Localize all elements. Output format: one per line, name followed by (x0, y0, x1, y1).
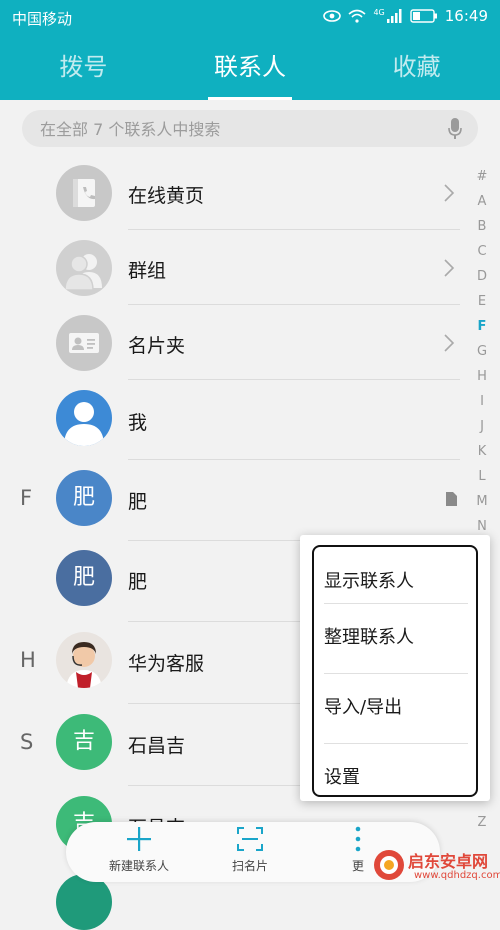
tab-favorites[interactable]: 收藏 (333, 40, 500, 100)
wifi-icon (348, 9, 366, 23)
person-icon (56, 390, 112, 446)
status-bar: 中国移动 4G 16:49 (0, 0, 500, 34)
index-letter[interactable]: # (474, 164, 490, 189)
list-item-me[interactable]: 我 (0, 380, 470, 460)
index-letter[interactable]: L (474, 464, 490, 489)
search-bar (22, 110, 478, 149)
button-label: 新建联系人 (108, 859, 169, 873)
contact-name: 肥 (128, 491, 148, 513)
watermark-title: 启东安卓网 (408, 852, 489, 871)
avatar: 肥 (56, 550, 112, 606)
list-item-groups[interactable]: 群组 (0, 230, 470, 305)
index-letter[interactable]: Z (474, 815, 490, 830)
app-header: 中国移动 4G 16:49 拨号 联系人 收藏 (0, 0, 500, 100)
group-icon (56, 240, 112, 296)
clock-label: 16:49 (444, 7, 488, 25)
status-icons: 4G 16:49 (323, 7, 488, 25)
avatar (56, 874, 112, 930)
network-type-label: 4G (373, 7, 385, 17)
highlight-box: 显示联系人 整理联系人 导入/导出 设置 (312, 545, 478, 797)
more-vertical-icon (355, 826, 361, 852)
chevron-right-icon (444, 334, 455, 352)
contact-name: 我 (128, 412, 148, 434)
index-letter[interactable]: C (474, 239, 490, 264)
menu-item-settings[interactable]: 设置 (324, 743, 468, 813)
carrier-label: 中国移动 (12, 10, 73, 28)
list-item-yellow-pages[interactable]: 在线黄页 (0, 155, 470, 230)
section-letter: S (20, 730, 34, 754)
index-letter[interactable]: B (474, 214, 490, 239)
new-contact-button[interactable]: 新建联系人 (104, 826, 174, 874)
signal-icon (386, 9, 402, 23)
plus-icon (127, 827, 151, 851)
index-letter[interactable]: E (474, 289, 490, 314)
sim-card-icon (446, 492, 457, 506)
contact-name: 肥 (128, 571, 148, 593)
avatar: 肥 (56, 470, 112, 526)
overflow-menu: 显示联系人 整理联系人 导入/导出 设置 (300, 535, 490, 801)
index-letter[interactable]: M (474, 489, 490, 514)
contact-name: 名片夹 (128, 335, 186, 357)
index-letter[interactable]: I (474, 389, 490, 414)
contact-name: 石昌吉 (128, 735, 186, 757)
index-letter[interactable]: G (474, 339, 490, 364)
menu-item-organize-contacts[interactable]: 整理联系人 (324, 603, 468, 673)
menu-item-import-export[interactable]: 导入/导出 (324, 673, 468, 743)
search-input[interactable] (38, 110, 442, 149)
contact-name: 在线黄页 (128, 185, 205, 207)
eye-icon (323, 10, 342, 22)
alphabet-index[interactable]: # A B C D E F G H I J K L M N (474, 164, 490, 539)
battery-icon (410, 9, 437, 23)
list-item-contact[interactable]: F 肥 肥 (0, 460, 470, 541)
tab-bar: 拨号 联系人 收藏 (0, 40, 500, 100)
list-item-business-cards[interactable]: 名片夹 (0, 305, 470, 380)
index-letter[interactable]: D (474, 264, 490, 289)
index-letter[interactable]: H (474, 364, 490, 389)
contact-name: 群组 (128, 260, 167, 282)
button-label: 扫名片 (231, 859, 268, 873)
scan-card-button[interactable]: 扫名片 (218, 826, 282, 874)
index-letter[interactable]: A (474, 189, 490, 214)
index-letter[interactable]: J (474, 414, 490, 439)
index-letter[interactable]: K (474, 439, 490, 464)
microphone-icon[interactable] (448, 118, 462, 140)
index-letter-active[interactable]: F (474, 314, 490, 339)
photo-avatar (56, 632, 112, 688)
watermark: 启东安卓网 www.qdhdzq.com (372, 846, 500, 884)
section-letter: H (20, 648, 36, 672)
chevron-right-icon (444, 259, 455, 277)
tab-contacts[interactable]: 联系人 (167, 40, 334, 100)
business-card-icon (56, 315, 112, 371)
tab-dialer[interactable]: 拨号 (0, 40, 167, 100)
logo-icon (374, 850, 404, 880)
watermark-url: www.qdhdzq.com (414, 870, 500, 881)
section-letter: F (20, 486, 33, 510)
avatar: 吉 (56, 714, 112, 770)
chevron-right-icon (444, 184, 455, 202)
contact-name: 华为客服 (128, 653, 205, 675)
yellow-pages-icon (56, 165, 112, 221)
scan-icon (237, 827, 263, 851)
